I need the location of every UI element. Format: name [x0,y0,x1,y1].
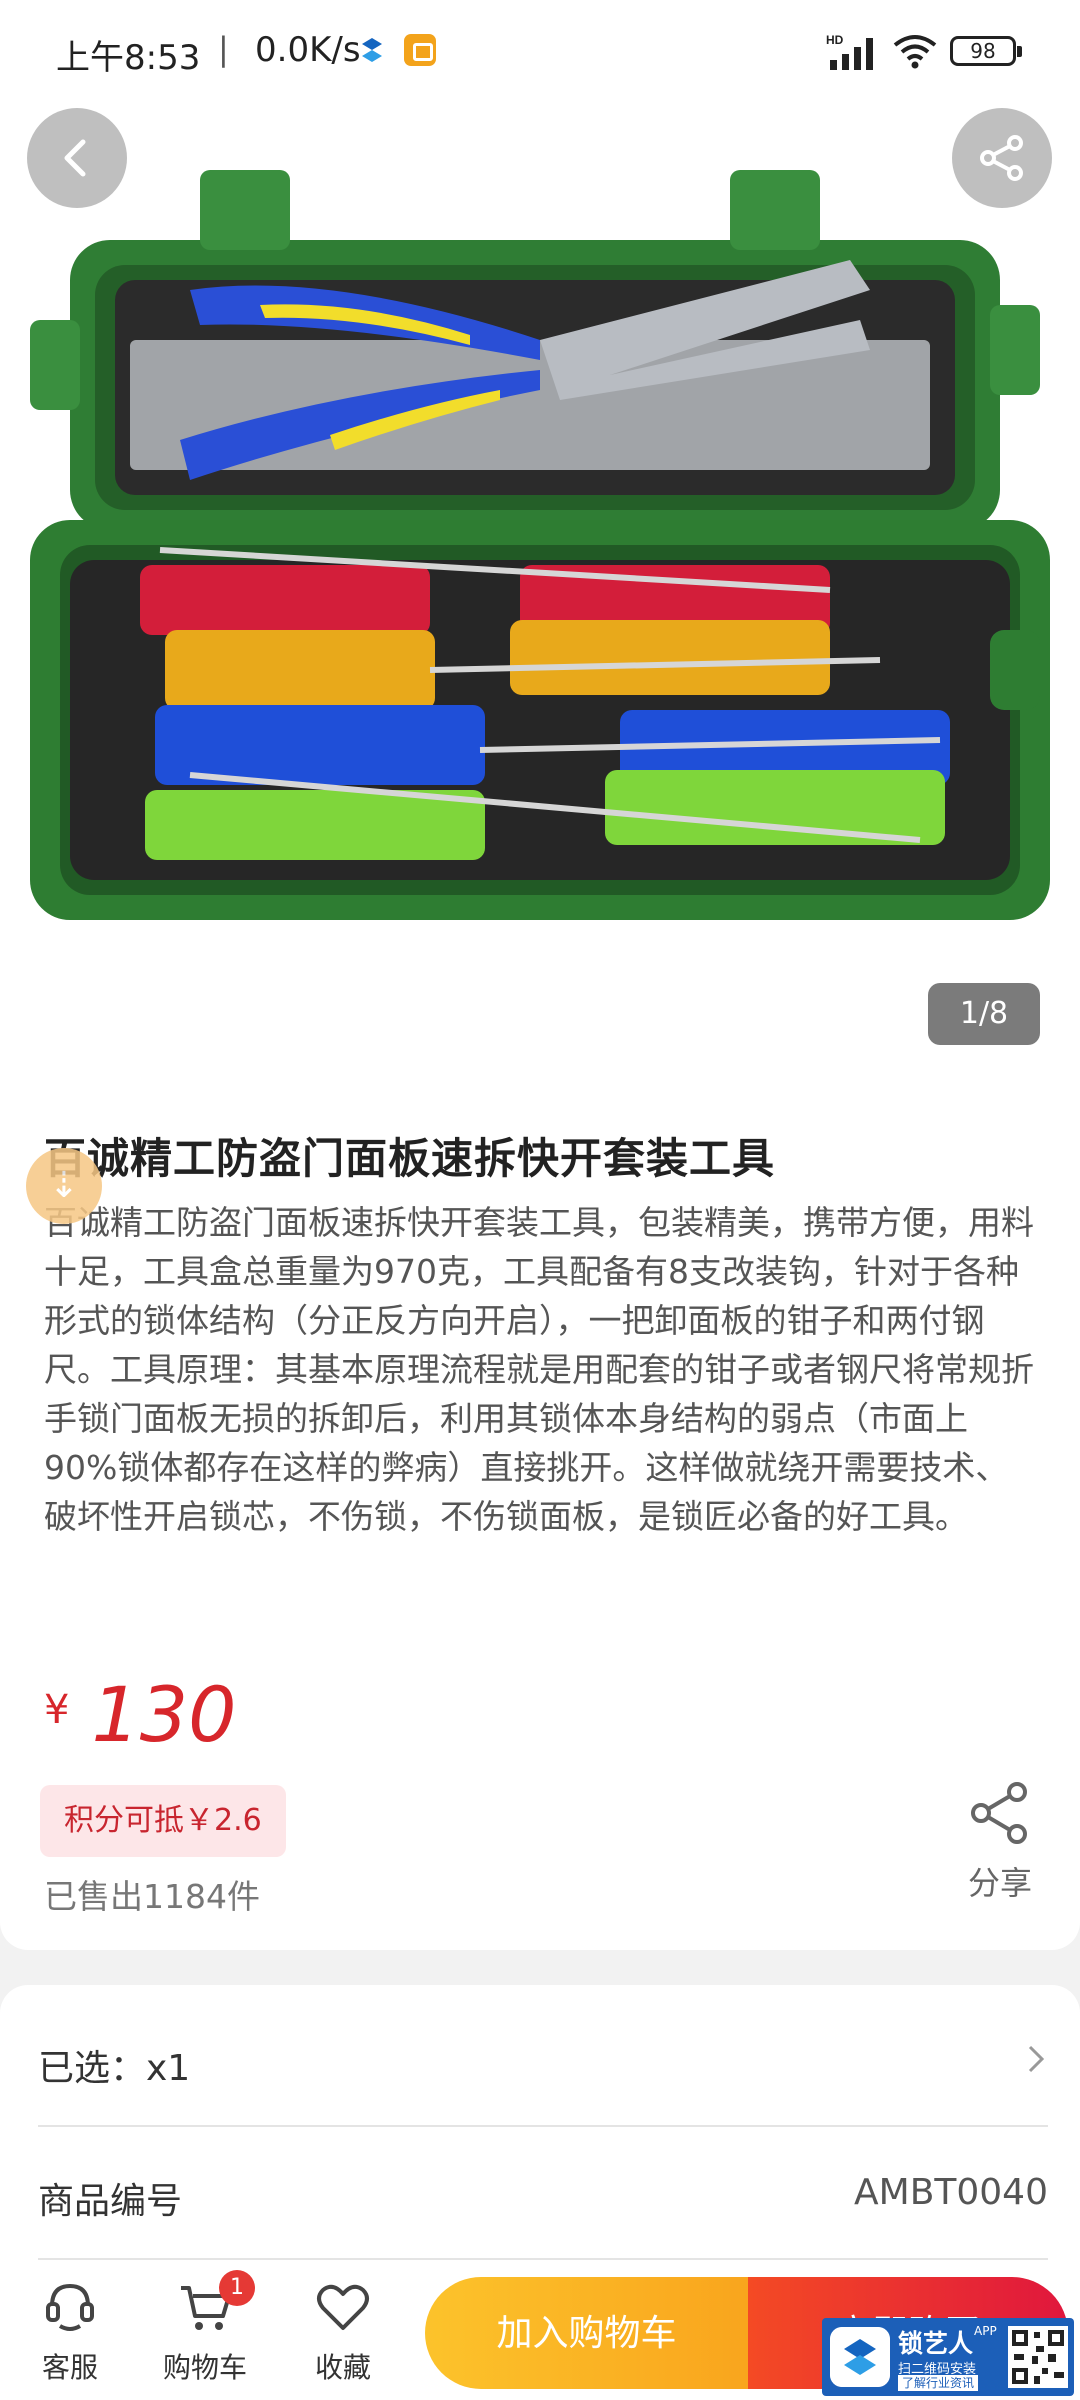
product-image-gallery[interactable]: 1/8 [0,0,1080,1080]
share-button[interactable] [952,108,1052,208]
product-detail-page: 1/8 上午8:53 | 0.0K/s HD 98 ⇣ 百诚精工防盗门面板速拆快… [0,0,1080,2400]
tab-favorite[interactable]: 收藏 [283,2270,403,2390]
chevron-right-icon [1028,2045,1045,2073]
tab-customer-service[interactable]: 客服 [10,2270,130,2390]
share-icon [971,1782,1027,1844]
price-value: 130 [91,1670,237,1759]
product-description: 百诚精工防盗门面板速拆快开套装工具，包装精美，携带方便，用料十足，工具盒总重量为… [44,1203,1034,1536]
watermark-name: 锁艺人 [898,2329,974,2358]
product-code-value: AMBT0040 [854,2172,1048,2213]
battery-icon: 98 [950,36,1022,66]
hd-signal-icon: HD [826,33,873,70]
gift-icon: ⇣ [48,1165,80,1206]
tab-service-label: 客服 [41,2351,98,2384]
back-button[interactable] [27,108,127,208]
watermark-app: APP [974,2324,997,2338]
tab-cart[interactable]: 1 购物车 [145,2270,265,2390]
status-separator: | [218,30,229,68]
tab-favorite-label: 收藏 [314,2351,371,2384]
status-net-speed: 0.0K/s [255,30,361,70]
wifi-icon [893,35,937,69]
svg-text:HD: HD [826,33,844,47]
heart-icon [317,2284,369,2330]
cart-count-badge: 1 [219,2270,255,2306]
share-side-button[interactable]: 分享 [940,1780,1060,1904]
product-code-label: 商品编号 [38,2181,183,2222]
add-to-cart-button[interactable]: 加入购物车 [425,2277,748,2389]
chevron-left-icon [64,139,86,177]
status-bar: 上午8:53 | 0.0K/s HD 98 [0,0,1080,100]
sold-count: 已售出1184件 [44,1877,260,1916]
image-pager: 1/8 [928,983,1040,1045]
tab-cart-label: 购物车 [162,2351,247,2384]
product-image [30,170,1050,920]
product-title: 百诚精工防盗门面板速拆快开套装工具 [44,1134,776,1183]
floating-gift-badge[interactable]: ⇣ [26,1148,102,1224]
product-code-row: 商品编号 AMBT0040 [38,2128,1048,2260]
s-app-icon [362,38,382,62]
status-time: 上午8:53 [56,38,201,78]
selected-spec-label: 已选：x1 [38,2048,191,2089]
customer-service-icon [46,2283,94,2331]
yellow-app-icon [404,34,436,66]
price: ¥130 [44,1670,237,1759]
selected-spec-row[interactable]: 已选：x1 [38,1995,1048,2127]
share-icon [980,135,1023,181]
watermark-line2: 了解行业资讯 [898,2375,979,2391]
app-watermark: 锁艺人 APP 扫二维码安装 了解行业资讯 [822,2318,1074,2396]
points-deduction-tag: 积分可抵￥2.6 [40,1785,286,1857]
logo-icon [830,2327,890,2387]
qr-code-icon [1008,2326,1068,2388]
share-label: 分享 [967,1864,1032,1902]
currency-symbol: ¥ [44,1687,70,1733]
